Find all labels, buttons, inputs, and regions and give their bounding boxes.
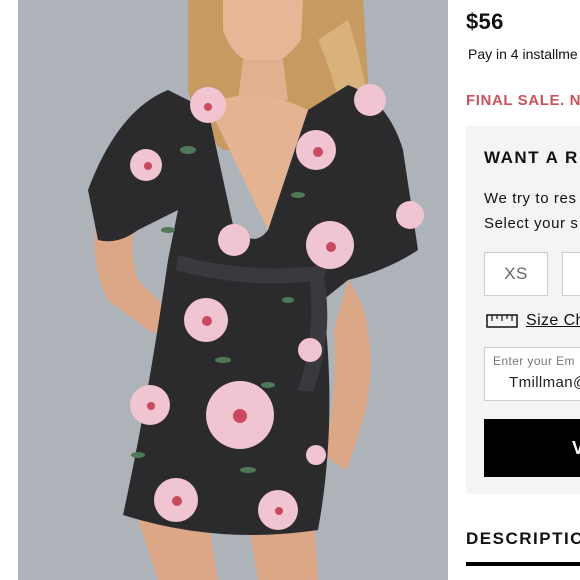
final-sale-notice: FINAL SALE. N	[466, 92, 580, 109]
tab-description[interactable]: DESCRIPTIO	[466, 529, 580, 549]
size-chart-label[interactable]: Size Ch	[526, 312, 580, 330]
email-field[interactable]: Enter your Em Tmillman@	[484, 347, 580, 401]
product-photo-graphic	[18, 0, 448, 580]
panel-line-2: Select your s	[484, 215, 579, 232]
product-image[interactable]	[18, 0, 448, 580]
size-option-xs[interactable]: XS	[484, 252, 548, 296]
notify-button[interactable]: V	[484, 419, 580, 477]
notify-button-label: V	[572, 437, 580, 458]
panel-line-1: We try to res	[484, 190, 577, 207]
installments-text[interactable]: Pay in 4 installme	[468, 46, 578, 62]
price: $56	[466, 9, 504, 34]
size-chart-link[interactable]: Size Ch	[486, 312, 580, 330]
email-field-label: Enter your Em	[493, 354, 575, 368]
tab-description-underline	[466, 562, 580, 566]
panel-description: We try to res Select your s	[484, 186, 579, 236]
email-field-value[interactable]: Tmillman@	[509, 374, 580, 391]
ruler-icon	[486, 314, 518, 328]
size-option-next[interactable]	[562, 252, 580, 296]
panel-title: WANT A R	[484, 148, 579, 167]
restock-panel: WANT A R We try to res Select your s XS …	[466, 126, 580, 494]
